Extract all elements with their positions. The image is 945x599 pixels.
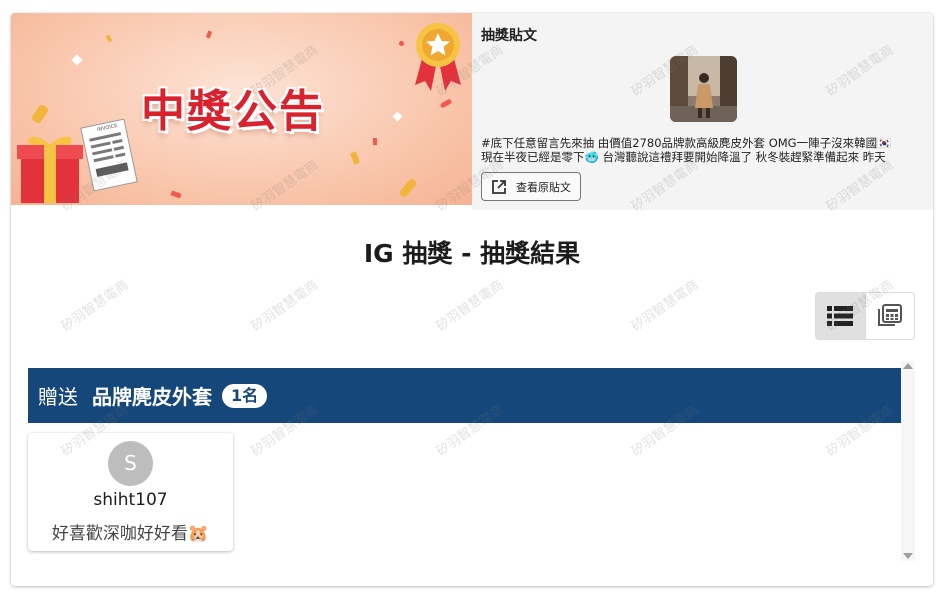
medal-icon bbox=[415, 23, 461, 91]
list-view-button[interactable] bbox=[816, 293, 865, 339]
prize-header: 贈送 品牌麂皮外套 1名 bbox=[28, 368, 901, 423]
sparkle bbox=[71, 54, 83, 66]
winner-card: S shiht107 好喜歡深咖好好看🐹 bbox=[28, 433, 233, 551]
page-title: IG 抽獎 - 抽獎結果 bbox=[363, 239, 581, 268]
confetti bbox=[205, 30, 213, 39]
confetti bbox=[439, 98, 453, 109]
confetti bbox=[170, 190, 182, 199]
post-panel: 抽獎貼文 #底下任意留言先來抽 由價值2780品牌款高級麂皮外套 OMG一陣子沒… bbox=[472, 13, 933, 210]
avatar: S bbox=[108, 441, 153, 486]
scroll-down-arrow-icon[interactable] bbox=[903, 553, 913, 559]
scroll-up-arrow-icon[interactable] bbox=[903, 363, 913, 369]
list-view-icon bbox=[827, 306, 854, 326]
confetti bbox=[350, 151, 360, 165]
confetti bbox=[105, 34, 113, 43]
view-toggle bbox=[815, 292, 915, 340]
post-caption-line: #底下任意留言先來抽 由價值2780品牌款高級麂皮外套 OMG一陣子沒來韓國🇰🇷 bbox=[481, 136, 892, 150]
raffle-result-card: INVOICE 中獎公告 抽獎貼文 #底下任意留言先來抽 由價值2780品牌款高… bbox=[11, 13, 933, 586]
confetti bbox=[398, 177, 418, 199]
card-view-button[interactable] bbox=[864, 293, 915, 339]
confetti bbox=[399, 41, 404, 46]
post-photo-icon bbox=[670, 56, 737, 122]
sparkle bbox=[392, 111, 403, 122]
open-in-new-icon bbox=[492, 179, 506, 194]
post-thumbnail[interactable] bbox=[670, 56, 737, 122]
confetti bbox=[373, 138, 377, 145]
prize-count-badge: 1名 bbox=[222, 383, 268, 408]
announcement-banner: INVOICE 中獎公告 bbox=[11, 13, 472, 205]
post-caption: #底下任意留言先來抽 由價值2780品牌款高級麂皮外套 OMG一陣子沒來韓國🇰🇷… bbox=[481, 136, 923, 164]
prize-prefix: 贈送 bbox=[38, 385, 78, 409]
banner-title: 中獎公告 bbox=[141, 86, 325, 137]
post-heading: 抽獎貼文 bbox=[481, 28, 537, 44]
gift-box-icon bbox=[17, 136, 83, 203]
view-original-post-label: 查看原貼文 bbox=[516, 180, 571, 194]
view-original-post-button[interactable]: 查看原貼文 bbox=[481, 172, 581, 201]
confetti bbox=[30, 103, 50, 125]
winner-username: shiht107 bbox=[93, 490, 168, 510]
card-view-icon bbox=[877, 304, 902, 326]
post-caption-line: 現在半夜已經是零下🥶 台灣聽說這禮拜要開始降溫了 秋冬裝趕緊準備起來 昨天 bbox=[481, 150, 886, 164]
results-scrollbar[interactable] bbox=[901, 361, 915, 561]
winner-comment: 好喜歡深咖好好看🐹 bbox=[51, 524, 210, 544]
prize-name: 品牌麂皮外套 bbox=[92, 385, 212, 409]
